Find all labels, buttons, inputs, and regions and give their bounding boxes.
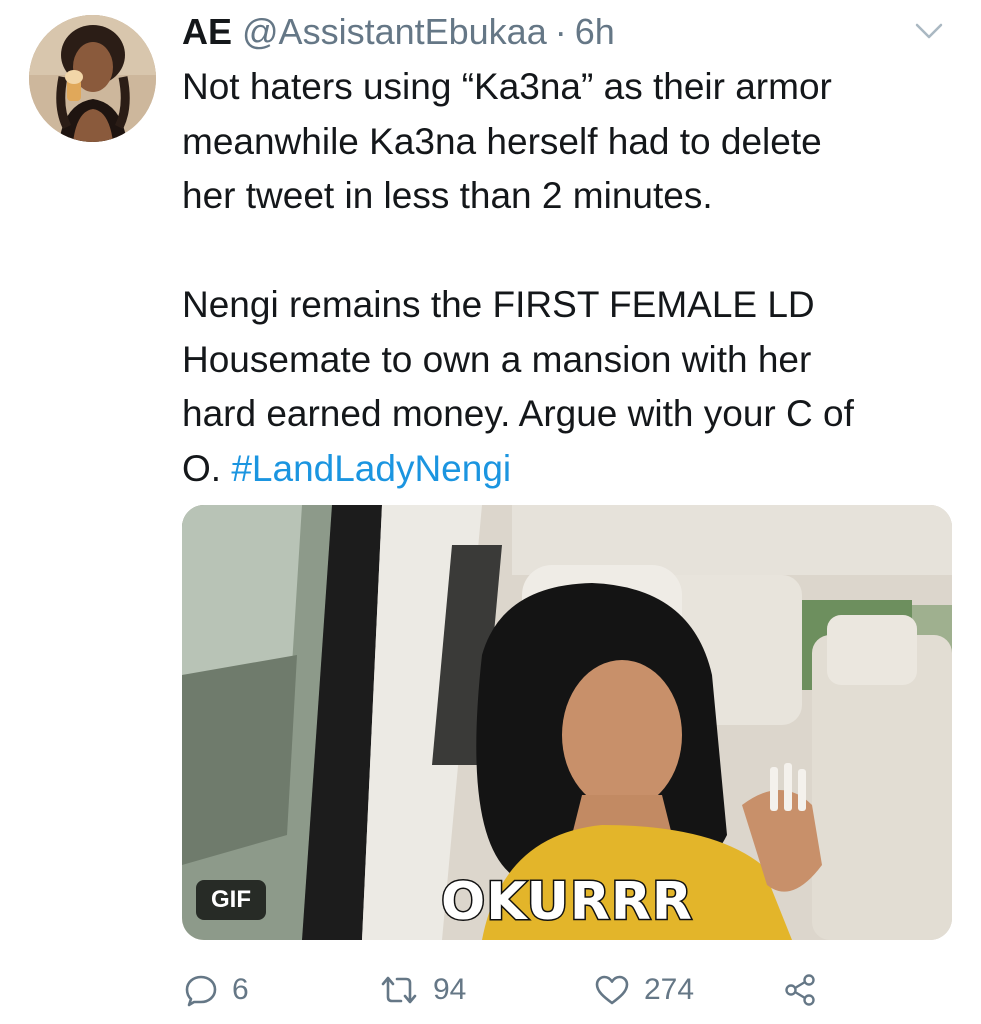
text-line-prefix: O.: [182, 447, 232, 489]
display-name[interactable]: AE: [182, 10, 232, 54]
like-count: 274: [644, 973, 695, 1006]
retweet-count: 94: [433, 973, 467, 1006]
share-nodes-icon: [785, 974, 815, 1006]
text-line-last: O. #LandLadyNengi: [182, 442, 962, 497]
chevron-down-icon[interactable]: [912, 18, 946, 44]
heart-icon: [595, 975, 629, 1005]
text-line: Not haters using “Ka3na” as their armor: [182, 66, 832, 107]
text-line: Nengi remains the FIRST FEMALE LD: [182, 284, 815, 325]
speech-bubble-icon: [185, 975, 217, 1007]
text-line: hard earned money. Argue with your C of: [182, 393, 854, 434]
text-line: meanwhile Ka3na herself had to delete: [182, 120, 822, 162]
retweet-button[interactable]: 94: [379, 962, 466, 1018]
tweet-header: AE @AssistantEbukaa · 6h: [182, 10, 615, 58]
tweet-actions: 6 94 274: [182, 962, 962, 1018]
like-button[interactable]: 274: [594, 962, 694, 1018]
text-line: Housemate to own a mansion with her: [182, 338, 812, 380]
text-line: her tweet in less than 2 minutes.: [182, 175, 713, 216]
share-button[interactable]: [782, 962, 818, 1018]
avatar[interactable]: [29, 15, 156, 142]
timestamp[interactable]: 6h: [575, 10, 615, 54]
tweet[interactable]: AE @AssistantEbukaa · 6h Not haters usin…: [0, 0, 981, 1024]
user-handle[interactable]: @AssistantEbukaa: [242, 10, 547, 54]
tweet-text: Not haters using “Ka3na” as their armor …: [182, 60, 962, 496]
hashtag-link[interactable]: #LandLadyNengi: [231, 448, 511, 489]
retweet-arrows-icon: [381, 976, 417, 1004]
gif-media[interactable]: GIF OKURRR: [182, 505, 952, 940]
avatar-photo: [29, 15, 156, 142]
reply-count: 6: [232, 973, 249, 1006]
gif-caption: OKURRR: [440, 871, 694, 934]
separator-dot: ·: [554, 11, 567, 52]
reply-button[interactable]: 6: [184, 962, 249, 1018]
